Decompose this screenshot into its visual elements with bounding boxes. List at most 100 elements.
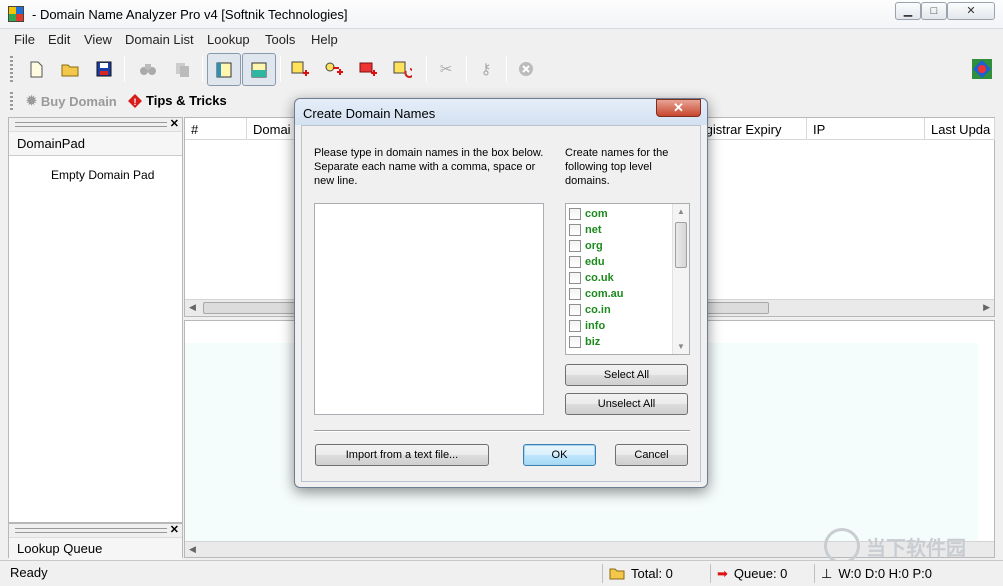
- checkbox[interactable]: [569, 336, 581, 348]
- column-header-ip[interactable]: IP: [807, 118, 925, 140]
- toolbar2-grip[interactable]: [10, 92, 13, 110]
- maximize-button[interactable]: □: [921, 2, 947, 20]
- domainpad-close-icon[interactable]: ✕: [170, 117, 179, 130]
- open-folder-icon[interactable]: [56, 55, 84, 83]
- menu-bar: File Edit View Domain List Lookup Tools …: [0, 29, 1003, 50]
- checkbox[interactable]: [569, 288, 581, 300]
- tld-item-com[interactable]: com: [569, 206, 608, 222]
- select-all-button[interactable]: Select All: [565, 364, 688, 386]
- checkbox[interactable]: [569, 256, 581, 268]
- dialog-close-button[interactable]: ✕: [656, 99, 701, 117]
- status-counters: ⊥ W:0 D:0 H:0 P:0: [814, 564, 944, 583]
- tld-item-info[interactable]: info: [569, 318, 605, 334]
- checkbox[interactable]: [569, 240, 581, 252]
- status-bar: Ready Total: 0 ➡ Queue: 0 ⊥ W:0 D:0 H:0 …: [0, 560, 1003, 586]
- status-queue-label: Queue: 0: [733, 566, 788, 581]
- tld-checkbox-list[interactable]: com net org edu co.uk com.au co.in info …: [565, 203, 690, 355]
- checkbox[interactable]: [569, 224, 581, 236]
- arrow-right-icon: ➡: [717, 565, 728, 581]
- dialog-title-bar[interactable]: Create Domain Names ✕: [295, 99, 707, 125]
- layout-left-pane-icon[interactable]: [207, 53, 241, 86]
- menu-tools[interactable]: Tools: [265, 32, 295, 47]
- new-file-icon[interactable]: [22, 55, 50, 83]
- menu-help[interactable]: Help: [311, 32, 338, 47]
- scroll-left-icon[interactable]: ◀: [189, 302, 196, 313]
- tld-item-edu[interactable]: edu: [569, 254, 605, 270]
- domainpad-pane: ✕ DomainPad Empty Domain Pad: [8, 117, 183, 523]
- toolbar-grip[interactable]: [10, 56, 13, 84]
- lookup-queue-close-icon[interactable]: ✕: [170, 523, 179, 536]
- tld-item-co-in[interactable]: co.in: [569, 302, 611, 318]
- dialog-instructions: Please type in domain names in the box b…: [314, 147, 544, 187]
- tld-item-org[interactable]: org: [569, 238, 603, 254]
- tld-list-scrollbar[interactable]: ▲ ▼: [672, 204, 689, 354]
- dialog-title: Create Domain Names: [303, 106, 436, 121]
- create-domain-names-dialog: Create Domain Names ✕ Please type in dom…: [294, 98, 708, 488]
- menu-domain-list[interactable]: Domain List: [125, 32, 194, 47]
- tld-instructions: Create names for the following top level…: [565, 147, 669, 187]
- domainpad-title: DomainPad: [9, 132, 182, 156]
- checkbox[interactable]: [569, 304, 581, 316]
- add-mail-icon[interactable]: [354, 55, 382, 83]
- status-queue: ➡ Queue: 0: [710, 564, 814, 583]
- warning-icon: !: [128, 93, 142, 108]
- add-domain-list-icon[interactable]: [286, 55, 314, 83]
- tld-item-co-uk[interactable]: co.uk: [569, 270, 614, 286]
- ok-button[interactable]: OK: [523, 444, 596, 466]
- title-bar: - Domain Name Analyzer Pro v4 [Softnik T…: [0, 0, 1003, 29]
- app-icon[interactable]: [8, 6, 24, 22]
- import-from-file-button[interactable]: Import from a text file...: [315, 444, 489, 466]
- status-total: Total: 0: [602, 564, 710, 583]
- watermark-logo-icon: [824, 528, 860, 564]
- buy-domain-label: Buy Domain: [40, 93, 117, 109]
- status-counters-label: W:0 D:0 H:0 P:0: [838, 566, 933, 581]
- tld-item-biz[interactable]: biz: [569, 334, 600, 350]
- main-toolbar: ✂ ⚷: [8, 52, 998, 88]
- menu-file[interactable]: File: [14, 32, 35, 47]
- close-window-button[interactable]: ✕: [947, 2, 995, 20]
- menu-lookup[interactable]: Lookup: [207, 32, 250, 47]
- tips-and-tricks-button[interactable]: ! Tips & Tricks: [128, 93, 227, 108]
- cut-icon[interactable]: ✂: [432, 55, 460, 83]
- domain-names-input[interactable]: [314, 203, 544, 415]
- column-header-last-update[interactable]: Last Upda: [925, 118, 995, 140]
- copy-icon[interactable]: [168, 55, 196, 83]
- tld-item-com-au[interactable]: com.au: [569, 286, 624, 302]
- menu-view[interactable]: View: [84, 32, 112, 47]
- stop-icon[interactable]: [512, 55, 540, 83]
- binoculars-icon[interactable]: [134, 55, 162, 83]
- svg-text:!: !: [134, 97, 137, 107]
- unselect-all-button[interactable]: Unselect All: [565, 393, 688, 415]
- checkbox[interactable]: [569, 320, 581, 332]
- minimize-button[interactable]: ▁: [895, 2, 921, 20]
- watermark-text: 当下软件园: [866, 537, 966, 560]
- tld-item-net[interactable]: net: [569, 222, 602, 238]
- folder-icon: [609, 568, 625, 580]
- key-icon[interactable]: ⚷: [472, 55, 500, 83]
- scroll-up-icon[interactable]: ▲: [677, 207, 685, 216]
- brand-logo-icon[interactable]: [968, 55, 996, 83]
- column-header-number[interactable]: #: [185, 118, 247, 140]
- scroll-down-icon[interactable]: ▼: [677, 342, 685, 351]
- checkbox[interactable]: [569, 272, 581, 284]
- status-ready: Ready: [10, 565, 48, 580]
- domainpad-empty-text: Empty Domain Pad: [51, 168, 155, 182]
- tips-label: Tips & Tricks: [146, 93, 227, 108]
- status-total-label: Total: 0: [631, 566, 673, 581]
- menu-edit[interactable]: Edit: [48, 32, 70, 47]
- network-icon: ⊥: [821, 565, 833, 581]
- add-key-icon[interactable]: [320, 55, 348, 83]
- lookup-queue-title: Lookup Queue: [9, 538, 182, 562]
- refresh-list-icon[interactable]: [388, 55, 416, 83]
- detail-scroll-left-icon[interactable]: ◀: [189, 544, 196, 555]
- layout-bottom-pane-icon[interactable]: [242, 53, 276, 86]
- tld-scroll-thumb[interactable]: [675, 222, 687, 268]
- buy-domain-button[interactable]: ✹ Buy Domain: [26, 93, 117, 109]
- scroll-right-icon[interactable]: ▶: [983, 302, 990, 313]
- window-title: - Domain Name Analyzer Pro v4 [Softnik T…: [32, 7, 348, 22]
- cancel-button[interactable]: Cancel: [615, 444, 688, 466]
- lookup-queue-pane: ✕ Lookup Queue: [8, 523, 183, 562]
- watermark: 当下软件园: [824, 528, 966, 564]
- checkbox[interactable]: [569, 208, 581, 220]
- save-icon[interactable]: [90, 55, 118, 83]
